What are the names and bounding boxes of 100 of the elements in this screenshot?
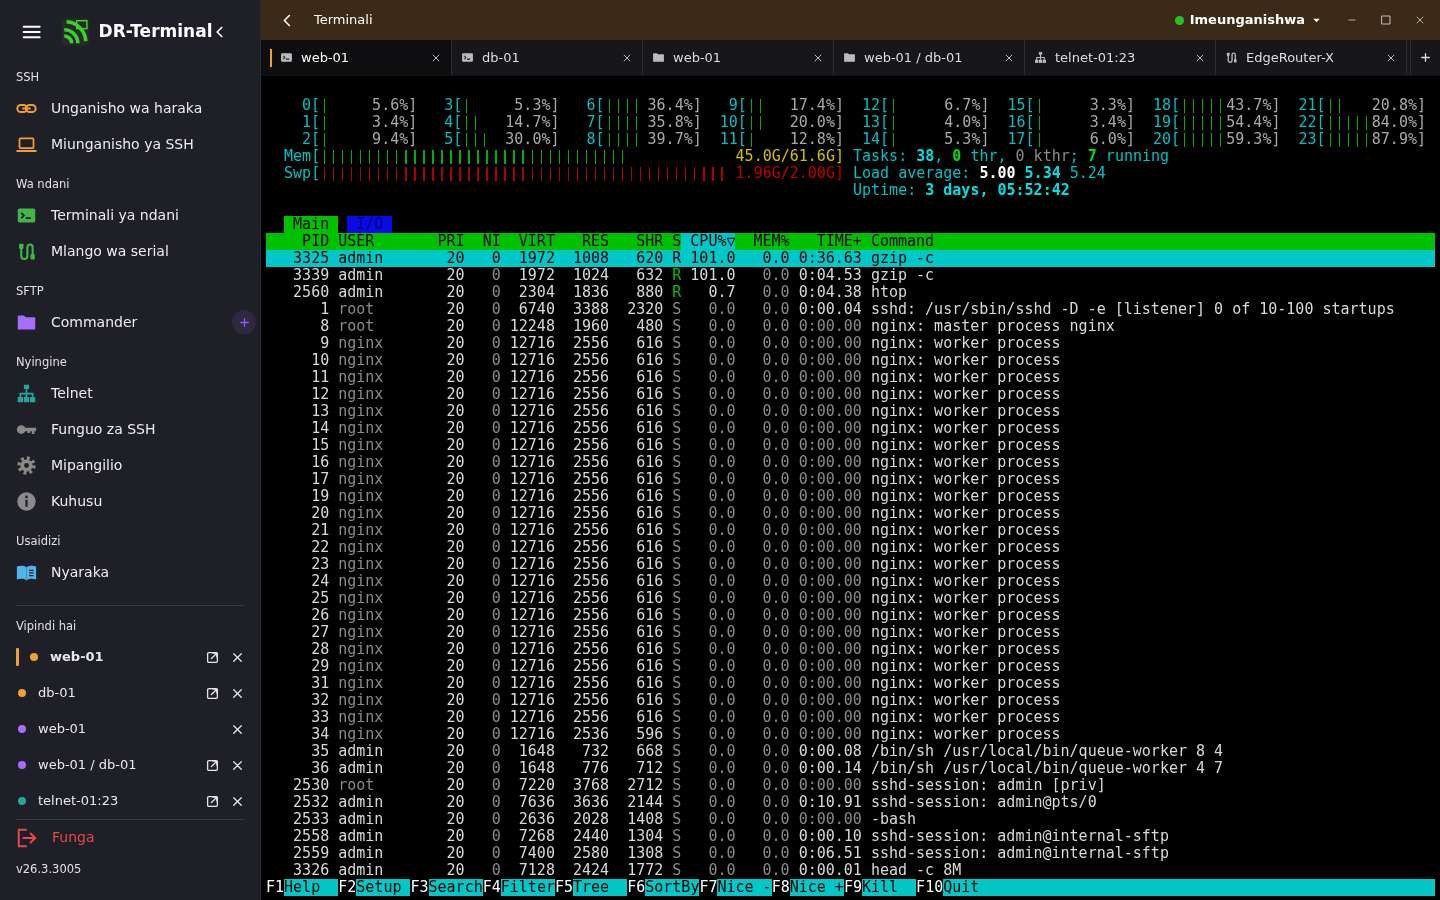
close-icon[interactable] [231, 722, 244, 736]
process-row[interactable]: 15 nginx 20 0 12716 2556 616 S 0.0 0.0 0:00.00 nginx: worker process [266, 437, 1435, 454]
column-header[interactable]: Command [861, 233, 1435, 250]
nav-item[interactable]: Mipangilio [51, 454, 123, 476]
column-header[interactable]: TIME+ [789, 233, 862, 250]
close-icon[interactable] [1386, 52, 1396, 63]
meter-label: 17[ [1006, 131, 1035, 148]
popout-icon[interactable] [206, 794, 219, 808]
nav-item[interactable]: Kuhusu [51, 490, 103, 512]
process-row[interactable]: 9 nginx 20 0 12716 2556 616 S 0.0 0.0 0:00.00 nginx: worker process [266, 335, 1435, 352]
column-header[interactable]: S [663, 233, 682, 250]
process-row[interactable]: 21 nginx 20 0 12716 2556 616 S 0.0 0.0 0:00.00 nginx: worker process [266, 522, 1435, 539]
table-cell-text: 20 [445, 811, 465, 828]
nav-item[interactable]: Unganisho wa haraka [51, 97, 203, 119]
process-row[interactable]: 22 nginx 20 0 12716 2556 616 S 0.0 0.0 0:00.00 nginx: worker process [266, 539, 1435, 556]
key-action[interactable]: Quit [943, 879, 1435, 896]
close-icon[interactable] [1195, 52, 1205, 63]
nav-item[interactable]: Mlango wa serial [51, 240, 169, 262]
process-row[interactable]: 2558 admin 20 0 7268 2440 1304 S 0.0 0.0 0:00.10 sshd-session: admin@internal-sftp [266, 828, 1435, 845]
process-row[interactable]: 2530 root 20 0 7220 3768 2712 S 0.0 0.0 0:00.00 sshd-session: admin [priv] [266, 777, 1435, 794]
process-row[interactable]: 3326 admin 20 0 7128 2424 1772 S 0.0 0.0 0:00.01 head -c 8M [266, 862, 1435, 879]
process-row[interactable]: 36 admin 20 0 1648 776 712 S 0.0 0.0 0:00.14 /bin/sh /usr/local/bin/queue-worker 4 7 [266, 760, 1435, 777]
maximize-icon[interactable] [1380, 14, 1392, 26]
process-row[interactable]: 17 nginx 20 0 12716 2556 616 S 0.0 0.0 0:00.00 nginx: worker process [266, 471, 1435, 488]
close-icon[interactable] [1004, 52, 1014, 63]
close-icon[interactable] [813, 52, 823, 63]
process-row[interactable]: 16 nginx 20 0 12716 2556 616 S 0.0 0.0 0:00.00 nginx: worker process [266, 454, 1435, 471]
process-row[interactable]: 25 nginx 20 0 12716 2556 616 S 0.0 0.0 0:00.00 nginx: worker process [266, 590, 1435, 607]
key-action[interactable]: Nice + [789, 879, 844, 896]
key-action[interactable]: Search [428, 879, 483, 896]
process-row[interactable]: 2560 admin 20 0 2304 1836 880 R 0.7 0.0 0:04.38 htop [266, 284, 1435, 301]
process-row[interactable]: 34 nginx 20 0 12716 2536 596 S 0.0 0.0 0:00.00 nginx: worker process [266, 726, 1435, 743]
process-row[interactable]: 2559 admin 20 0 7400 2580 1308 S 0.0 0.0 0:06.51 sshd-session: admin@internal-sftp [266, 845, 1435, 862]
process-row[interactable]: 10 nginx 20 0 12716 2556 616 S 0.0 0.0 0:00.00 nginx: worker process [266, 352, 1435, 369]
close-icon[interactable] [622, 52, 632, 63]
process-row[interactable]: 8 root 20 0 12248 1960 480 S 0.0 0.0 0:00.00 nginx: master process nginx [266, 318, 1435, 335]
key-action[interactable]: SortBy [645, 879, 700, 896]
close-icon[interactable] [231, 758, 244, 772]
popout-icon[interactable] [206, 650, 219, 664]
column-header[interactable]: PRI [437, 233, 465, 250]
table-cell-text: 616 [635, 369, 664, 386]
column-header[interactable]: SHR [609, 233, 664, 250]
process-row[interactable]: 3339 admin 20 0 1972 1024 632 R 101.0 0.0 0:04.53 gzip -c [266, 267, 1435, 284]
process-row[interactable]: 2533 admin 20 0 2636 2028 1408 S 0.0 0.0 0:00.00 -bash [266, 811, 1435, 828]
close-icon[interactable] [1414, 14, 1426, 26]
process-row[interactable]: 19 nginx 20 0 12716 2556 616 S 0.0 0.0 0:00.00 nginx: worker process [266, 488, 1435, 505]
session-item[interactable]: web-01 / db-01 [16, 747, 244, 783]
process-row[interactable]: 24 nginx 20 0 12716 2556 616 S 0.0 0.0 0:00.00 nginx: worker process [266, 573, 1435, 590]
process-row[interactable]: 12 nginx 20 0 12716 2556 616 S 0.0 0.0 0:00.00 nginx: worker process [266, 386, 1435, 403]
session-item[interactable]: db-01 [16, 675, 244, 711]
nav-item[interactable]: Miunganisho ya SSH [51, 133, 194, 155]
process-row[interactable]: 14 nginx 20 0 12716 2556 616 S 0.0 0.0 0:00.00 nginx: worker process [266, 420, 1435, 437]
process-row[interactable]: 32 nginx 20 0 12716 2556 616 S 0.0 0.0 0:00.00 nginx: worker process [266, 692, 1435, 709]
popout-icon[interactable] [206, 686, 219, 700]
process-row[interactable]: 20 nginx 20 0 12716 2556 616 S 0.0 0.0 0:00.00 nginx: worker process [266, 505, 1435, 522]
connection-status[interactable]: Imeunganishwa [1174, 10, 1322, 30]
session-item[interactable]: telnet-01:23 [16, 783, 244, 819]
key-action[interactable]: Tree [573, 879, 628, 896]
nav-item[interactable]: Telnet [51, 382, 93, 404]
process-row[interactable]: 2532 admin 20 0 7636 3636 2144 S 0.0 0.0 0:10.91 sshd-session: admin@pts/0 [266, 794, 1435, 811]
process-row[interactable]: 13 nginx 20 0 12716 2556 616 S 0.0 0.0 0:00.00 nginx: worker process [266, 403, 1435, 420]
close-icon[interactable] [231, 686, 244, 700]
process-row[interactable]: 29 nginx 20 0 12716 2556 616 S 0.0 0.0 0:00.00 nginx: worker process [266, 658, 1435, 675]
column-header[interactable]: NI [464, 233, 501, 250]
popout-icon[interactable] [206, 758, 219, 772]
process-row[interactable]: 11 nginx 20 0 12716 2556 616 S 0.0 0.0 0:00.00 nginx: worker process [266, 369, 1435, 386]
process-row[interactable]: 28 nginx 20 0 12716 2556 616 S 0.0 0.0 0:00.00 nginx: worker process [266, 641, 1435, 658]
key-action[interactable]: Filter [500, 879, 555, 896]
screen-tab[interactable]: Main [284, 216, 339, 233]
close-icon[interactable] [431, 52, 441, 63]
close-icon[interactable] [231, 650, 244, 664]
column-header[interactable]: CPU%▽ [681, 233, 736, 250]
column-header[interactable]: PID [266, 233, 330, 250]
process-row[interactable]: 1 root 20 0 6740 3388 2320 S 0.0 0.0 0:00.04 sshd: /usr/sbin/sshd -D -e [listener] 0 of 10-100 startups [266, 301, 1435, 318]
session-item[interactable]: web-01 [16, 639, 244, 675]
process-row[interactable]: 26 nginx 20 0 12716 2556 616 S 0.0 0.0 0:00.00 nginx: worker process [266, 607, 1435, 624]
nav-item[interactable]: Terminali ya ndani [51, 204, 179, 226]
close-icon[interactable] [231, 794, 244, 808]
column-header[interactable]: RES [554, 233, 610, 250]
add-button[interactable] [232, 310, 256, 334]
column-header[interactable]: MEM% [735, 233, 790, 250]
key-action[interactable]: Help [284, 879, 339, 896]
nav-item[interactable]: Nyaraka [51, 561, 110, 583]
session-tab[interactable]: web-01 [261, 40, 452, 75]
process-row[interactable]: 3325 admin 20 0 1972 1008 620 R 101.0 0.0 0:36.63 gzip -c [266, 250, 1435, 267]
column-header[interactable]: USER [329, 233, 438, 250]
key-action[interactable]: Nice - [717, 879, 772, 896]
process-row[interactable]: 27 nginx 20 0 12716 2556 616 S 0.0 0.0 0:00.00 nginx: worker process [266, 624, 1435, 641]
column-header[interactable]: VIRT [500, 233, 555, 250]
nav-item[interactable]: Funguo za SSH [51, 418, 156, 440]
process-row[interactable]: 31 nginx 20 0 12716 2556 616 S 0.0 0.0 0:00.00 nginx: worker process [266, 675, 1435, 692]
process-row[interactable]: 35 admin 20 0 1648 732 668 S 0.0 0.0 0:00.08 /bin/sh /usr/local/bin/queue-worker 8 4 [266, 743, 1435, 760]
process-row[interactable]: 33 nginx 20 0 12716 2556 616 S 0.0 0.0 0:00.00 nginx: worker process [266, 709, 1435, 726]
process-row[interactable]: 23 nginx 20 0 12716 2556 616 S 0.0 0.0 0:00.00 nginx: worker process [266, 556, 1435, 573]
new-tab-icon[interactable] [1419, 51, 1432, 64]
nav-item[interactable]: Commander [51, 311, 138, 333]
logout-button[interactable]: Funga [16, 819, 244, 855]
key-action[interactable]: Kill [861, 879, 917, 896]
session-item[interactable]: web-01 [16, 711, 244, 747]
key-action[interactable]: Setup [356, 879, 411, 896]
